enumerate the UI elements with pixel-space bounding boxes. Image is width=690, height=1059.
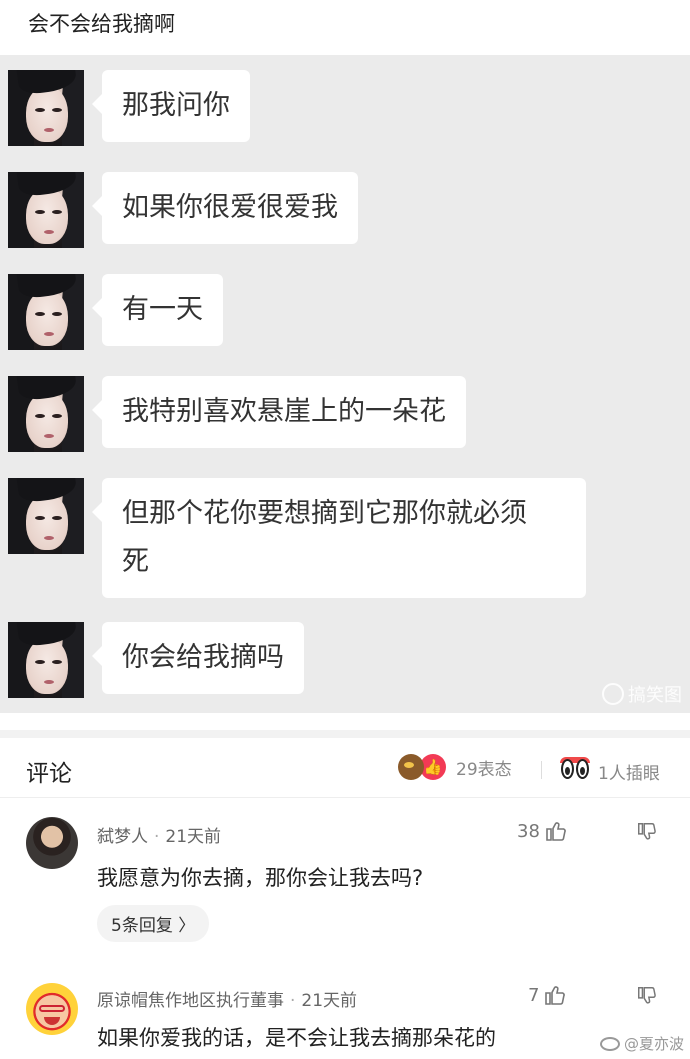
image-watermark: 搞笑图 (602, 681, 682, 707)
comments-title: 评论 (26, 761, 72, 787)
thumbs-up-icon (546, 822, 566, 841)
eye-icon (576, 759, 589, 779)
comment-meta: 原谅帽焦作地区执行董事 · 21天前 (97, 991, 358, 1011)
message-bubble: 我特别喜欢悬崖上的一朵花 (92, 376, 466, 448)
thumbs-down-icon[interactable] (636, 821, 658, 843)
thumbs-down-icon[interactable] (636, 985, 658, 1007)
eye-icon (561, 759, 574, 779)
comment-text: 我愿意为你去摘，那你会让我去吗? (97, 866, 424, 890)
chat-message: 你会给我摘吗 (8, 622, 304, 698)
message-bubble: 如果你很爱很爱我 (92, 172, 358, 244)
message-bubble: 你会给我摘吗 (92, 622, 304, 694)
chat-message: 那我问你 (8, 70, 250, 146)
watermark-handle: @夏亦波 (623, 1035, 684, 1053)
sender-avatar (8, 622, 84, 698)
like-count: 7 (528, 984, 540, 1006)
message-bubble: 但那个花你要想摘到它那你就必须 死 (92, 478, 586, 598)
section-divider (0, 730, 690, 738)
commenter-name[interactable]: 弑梦人 (97, 827, 148, 847)
watermark-icon (602, 683, 624, 705)
commenter-avatar[interactable] (26, 983, 78, 1035)
peek-eyes-icon[interactable] (561, 759, 589, 779)
chat-message: 有一天 (8, 274, 223, 350)
commenter-name[interactable]: 原谅帽焦作地区执行董事 (97, 991, 284, 1011)
weibo-icon (599, 1036, 620, 1051)
message-bubble: 有一天 (92, 274, 223, 346)
like-button[interactable]: 7 (528, 983, 567, 1007)
comments-header: 评论 👍 29表态 1人插眼 (0, 742, 690, 798)
header-separator (541, 761, 542, 779)
message-bubble: 那我问你 (92, 70, 250, 142)
chat-message: 我特别喜欢悬崖上的一朵花 (8, 376, 466, 452)
chat-screenshot: 那我问你 如果你很爱很爱我 有一天 我特别喜欢悬崖上的一朵花 但那个花你要想摘到… (0, 55, 690, 713)
hat-emoji-icon (398, 754, 424, 780)
weibo-watermark: @夏亦波 (599, 1033, 684, 1054)
view-replies-button[interactable]: 5条回复 〉 (97, 905, 210, 942)
comment-meta: 弑梦人 · 21天前 (97, 827, 222, 847)
watermark-text: 搞笑图 (628, 685, 682, 706)
post-title: 会不会给我摘啊 (28, 12, 175, 36)
sender-avatar (8, 172, 84, 248)
chat-message: 但那个花你要想摘到它那你就必须 死 (8, 478, 586, 598)
comment-time: 21天前 (165, 827, 222, 847)
reaction-count: 29表态 (456, 759, 512, 780)
like-count: 38 (517, 820, 540, 842)
chat-message: 如果你很爱很爱我 (8, 172, 358, 248)
commenter-avatar[interactable] (26, 817, 78, 869)
comment-text: 如果你爱我的话，是不会让我去摘那朵花的 (97, 1026, 496, 1050)
reactions-button[interactable]: 👍 29表态 (398, 754, 512, 780)
sender-avatar (8, 376, 84, 452)
comment-time: 21天前 (301, 991, 358, 1011)
thumbs-up-icon (545, 986, 566, 1005)
like-button[interactable]: 38 (517, 819, 568, 843)
sender-avatar (8, 274, 84, 350)
sender-avatar (8, 70, 84, 146)
peek-count[interactable]: 1人插眼 (598, 759, 660, 784)
sender-avatar (8, 478, 84, 554)
